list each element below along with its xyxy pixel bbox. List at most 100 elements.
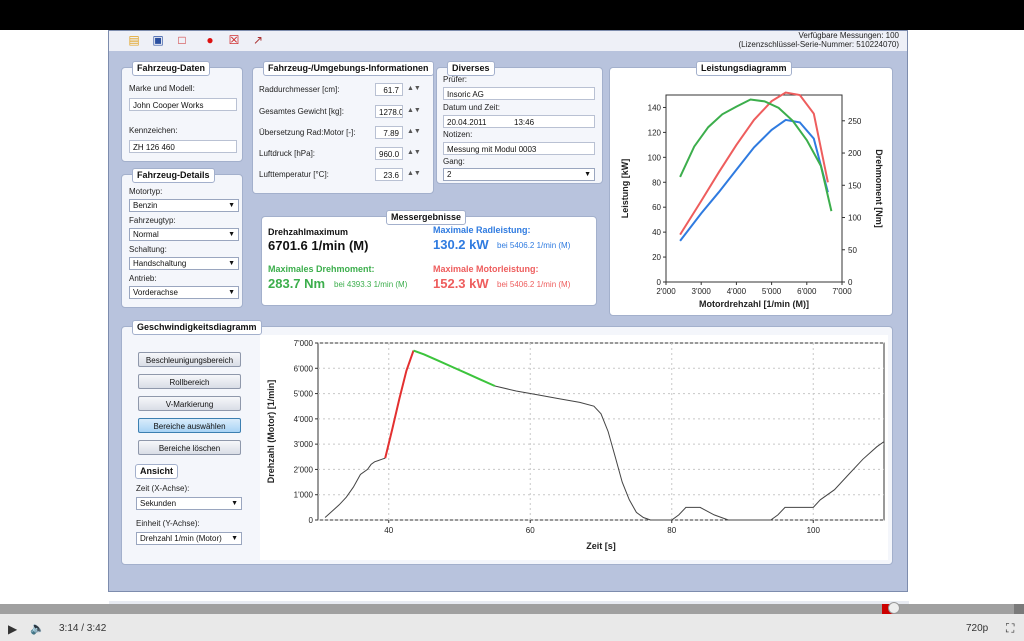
x-tick-label: 7'000 <box>832 287 852 296</box>
notizen-field[interactable]: Messung mit Modul 0003 <box>443 142 595 155</box>
antrieb-value: Vorderachse <box>133 288 178 297</box>
antrieb-select[interactable]: Vorderachse ▼ <box>129 286 239 299</box>
x-tick-label: 5'000 <box>762 287 782 296</box>
chevron-down-icon: ▼ <box>584 171 591 178</box>
open-folder-icon[interactable]: ▤ <box>127 33 141 47</box>
y-axis-label: Drehzahl (Motor) [1/min] <box>266 380 276 484</box>
einheit-achse-select[interactable]: Drehzahl 1/min (Motor) ▼ <box>136 532 242 545</box>
spin-arrows-icon[interactable]: ▲▼ <box>407 149 421 156</box>
drehmoment-at: bei 4393.3 1/min (M) <box>334 280 408 289</box>
spin-arrows-icon[interactable]: ▲▼ <box>407 85 421 92</box>
pruefer-field[interactable]: Insoric AG <box>443 87 595 100</box>
drehzahl-value: 6701.6 1/min (M) <box>268 238 369 253</box>
radleistung-label: Maximale Radleistung: <box>433 225 531 235</box>
fullscreen-icon[interactable]: ⛶ <box>1006 621 1014 636</box>
v-markierung-button[interactable]: V-Markierung <box>138 396 241 411</box>
volume-icon[interactable]: 🔈 <box>30 621 45 635</box>
x-tick-label: 80 <box>667 526 676 535</box>
messergebnisse-panel: Messergebnisse Drehzahlmaximum 6701.6 1/… <box>261 210 597 306</box>
lufttemperatur-field[interactable]: 23.6 <box>375 168 403 181</box>
chevron-down-icon: ▼ <box>228 260 235 267</box>
chevron-down-icon: ▼ <box>231 535 238 542</box>
schaltung-value: Handschaltung <box>133 259 187 268</box>
zeit-achse-select[interactable]: Sekunden ▼ <box>136 497 242 510</box>
luftdruck-field[interactable]: 960.0 <box>375 147 403 160</box>
kennzeichen-field[interactable]: ZH 126 460 <box>129 140 237 153</box>
spin-arrows-icon[interactable]: ▲▼ <box>407 170 421 177</box>
datum-value: 20.04.2011 <box>447 118 487 127</box>
uebersetzung-label: Übersetzung Rad:Motor [-]: <box>259 128 356 137</box>
gang-label: Gang: <box>443 157 465 166</box>
pdf-icon[interactable]: □ <box>175 33 189 47</box>
y2-tick-label: 100 <box>848 214 862 223</box>
luftdruck-label: Luftdruck [hPa]: <box>259 149 316 158</box>
datum-label: Datum und Zeit: <box>443 103 500 112</box>
chart-icon[interactable]: ↗ <box>251 33 265 47</box>
y-tick-label: 120 <box>648 128 662 137</box>
y-tick-label: 1'000 <box>294 491 314 500</box>
geschwindigkeit-chart-area: 0 1'000 2'000 3'000 4'000 5'000 6'000 7'000 40 60… <box>260 335 888 560</box>
fahrzeugtyp-select[interactable]: Normal ▼ <box>129 228 239 241</box>
x-axis-label: Motordrehzahl [1/min (M)] <box>699 299 809 309</box>
schaltung-select[interactable]: Handschaltung ▼ <box>129 257 239 270</box>
motortyp-value: Benzin <box>133 201 158 210</box>
radleistung-value: 130.2 kW <box>433 237 489 252</box>
marke-field[interactable]: John Cooper Works <box>129 98 237 111</box>
umgebung-panel: Fahrzeug-/Umgebungs-Informationen Raddur… <box>252 61 434 194</box>
y-axis-label: Leistung [kW] <box>620 159 630 219</box>
y2-tick-label: 250 <box>848 117 862 126</box>
y2-tick-label: 50 <box>848 246 857 255</box>
y-tick-label: 3'000 <box>294 440 314 449</box>
toolbar: ▤ ▣ □ ● ☒ ↗ Verfügbare Messungen: 100 (L… <box>109 31 907 51</box>
drehmoment-label: Maximales Drehmoment: <box>268 264 375 274</box>
radleistung-at: bei 5406.2 1/min (M) <box>497 241 571 250</box>
einheit-achse-label: Einheit (Y-Achse): <box>136 519 200 528</box>
x-tick-label: 3'000 <box>692 287 712 296</box>
motorleistung-at: bei 5406.2 1/min (M) <box>497 280 571 289</box>
spin-arrows-icon[interactable]: ▲▼ <box>407 107 421 114</box>
x-tick-label: 40 <box>384 526 393 535</box>
geschwindigkeit-panel: Geschwindigkeitsdiagramm Beschleunigungs… <box>121 320 893 565</box>
uebersetzung-field[interactable]: 7.89 <box>375 126 403 139</box>
y-tick-label: 2'000 <box>294 465 314 474</box>
fahrzeugtyp-value: Normal <box>133 230 159 239</box>
bereiche-loeschen-button[interactable]: Bereiche löschen <box>138 440 241 455</box>
license-line-1: Verfügbare Messungen: 100 <box>798 31 899 40</box>
y2-tick-label: 200 <box>848 149 862 158</box>
datum-field[interactable]: 20.04.2011 13:46 <box>443 115 595 128</box>
bereiche-auswaehlen-button[interactable]: Bereiche auswählen <box>138 418 241 433</box>
rollbereich-button[interactable]: Rollbereich <box>138 374 241 389</box>
panel-title: Fahrzeug-/Umgebungs-Informationen <box>263 61 434 76</box>
leistungsdiagramm-panel: Leistungsdiagramm 2'000 3'000 4'000 5'000 6'… <box>609 61 893 316</box>
beschleunigungsbereich-button[interactable]: Beschleunigungsbereich <box>138 352 241 367</box>
y-tick-label: 60 <box>652 203 661 212</box>
chevron-down-icon: ▼ <box>228 289 235 296</box>
x-tick-label: 6'000 <box>797 287 817 296</box>
raddurchmesser-field[interactable]: 61.7 <box>375 83 403 96</box>
fahrzeugtyp-label: Fahrzeugtyp: <box>129 216 176 225</box>
x-tick-label: 4'000 <box>727 287 747 296</box>
gang-select[interactable]: 2 ▼ <box>443 168 595 181</box>
zeit-value: 13:46 <box>514 118 535 127</box>
delete-icon[interactable]: ☒ <box>227 33 241 47</box>
quality-selector[interactable]: 720p <box>966 623 988 634</box>
record-icon[interactable]: ● <box>203 33 217 47</box>
save-icon[interactable]: ▣ <box>151 33 165 47</box>
play-icon[interactable]: ▶ <box>8 622 17 636</box>
progress-handle[interactable] <box>887 602 900 614</box>
video-top-band <box>0 0 1024 30</box>
spin-arrows-icon[interactable]: ▲▼ <box>407 128 421 135</box>
motortyp-select[interactable]: Benzin ▼ <box>129 199 239 212</box>
raddurchmesser-label: Raddurchmesser [cm]: <box>259 85 340 94</box>
y-tick-label: 80 <box>652 178 661 187</box>
schaltung-label: Schaltung: <box>129 245 167 254</box>
gang-value: 2 <box>447 170 452 179</box>
gewicht-field[interactable]: 1278.0 <box>375 105 403 118</box>
y-tick-label: 100 <box>648 153 662 162</box>
x-tick-label: 100 <box>807 526 821 535</box>
x-axis-label: Zeit [s] <box>586 541 616 551</box>
gewicht-label: Gesamtes Gewicht [kg]: <box>259 107 344 116</box>
progress-bar[interactable] <box>0 602 1024 614</box>
notizen-label: Notizen: <box>443 130 473 139</box>
y-tick-label: 4'000 <box>294 415 314 424</box>
